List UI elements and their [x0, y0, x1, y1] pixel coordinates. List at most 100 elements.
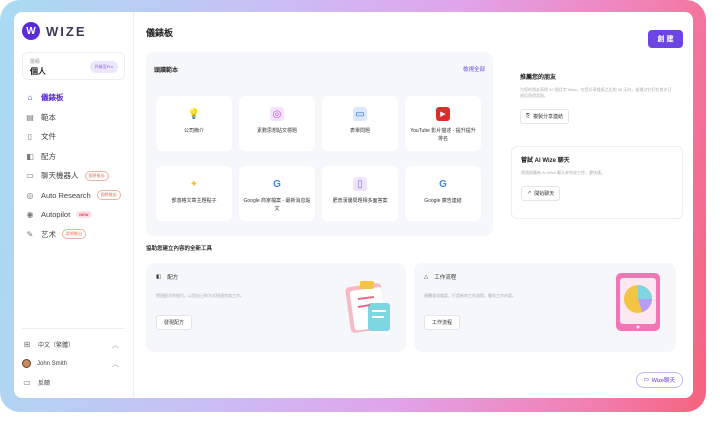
sidebar-item-art[interactable]: ✎ 艺术 即將推出	[22, 225, 125, 245]
template-card[interactable]: ◎ 素數思想貼文標題	[239, 96, 315, 151]
recipe-tool-label: 配方	[167, 275, 179, 281]
template-card[interactable]: ▶ YouTube 影片描述 - 提升提升排名	[405, 96, 481, 151]
invite-description: 为您的朋友获得 20 個月字 Wize，在您分享链接之后的 30 天内，或通过它…	[520, 87, 672, 98]
sidebar-item-label: 儀錶板	[41, 93, 64, 103]
templates-title: 頭讀範本	[154, 68, 179, 74]
chevron-up-icon: ︿	[112, 360, 119, 368]
template-label: 表單問題	[349, 128, 370, 134]
sidebar-item-label: Auto Research	[41, 190, 91, 200]
link-icon: ⎘	[526, 113, 531, 119]
bulb-icon: 💡	[187, 108, 201, 120]
workflow-tool-label: 工作流程	[434, 275, 457, 281]
start-chat-label: 開始聊天	[534, 190, 555, 197]
sidebar-item-dashboard[interactable]: ⌂ 儀錶板	[22, 88, 125, 108]
template-label: Google 廣告連結	[424, 198, 462, 204]
template-label: Google 商家檔案 - 最新消息貼文	[243, 198, 311, 212]
home-icon: ⌂	[27, 93, 33, 103]
copy-share-link-label: 複製分享連結	[533, 113, 564, 120]
template-card[interactable]: G Google 廣告連結	[405, 166, 481, 221]
feedback-label: 反饋	[38, 381, 51, 387]
language-selector[interactable]: ⊞ 中文（繁體） ︿	[22, 335, 125, 354]
clipboard-illustration	[345, 281, 390, 333]
google-icon: G	[273, 178, 281, 190]
template-card[interactable]: ✦ 部落格文章主題點子	[156, 166, 232, 221]
autopilot-icon: ◉	[26, 210, 34, 220]
app-window: W WIZE 層級 個人 升級至Pro ⌂ 儀錶板 ▤ 範本 ▯ 文件 ◧ 配方…	[14, 12, 693, 398]
invite-title: 推薦您的朋友	[520, 75, 557, 81]
workflow-button[interactable]: 工作流程	[424, 315, 461, 330]
sidebar-item-autopilot[interactable]: ◉ Autopilot NEW	[22, 205, 125, 225]
art-icon: ✎	[26, 229, 34, 239]
template-card[interactable]: ▯ 肥普漢優問題相多面答案	[322, 166, 398, 221]
sidebar-item-auto-research[interactable]: ◎ Auto Research 即將推出	[22, 186, 125, 206]
workflow-tool-description: 連續發送檔案，打造新的工作流程，簡化工作內容。	[424, 293, 516, 298]
youtube-icon: ▶	[436, 107, 450, 121]
document-icon: ▯	[27, 132, 33, 142]
user-menu[interactable]: John Smith ︿	[22, 354, 125, 373]
coming-soon-tag: 即將推出	[96, 190, 121, 201]
google-icon: G	[439, 178, 447, 190]
main-content: 儀錶板 創 建 頭讀範本 檢視全部 💡 公司簡介 ◎ 素數思想貼文標題 ▭ 表單…	[134, 12, 693, 398]
coming-soon-tag: 即將推出	[84, 170, 109, 181]
template-card[interactable]: 💡 公司簡介	[156, 96, 232, 151]
brand-name: WIZE	[46, 23, 87, 39]
template-label: 素數思想貼文標題	[256, 128, 297, 134]
wize-chat-label: Wize聊天	[651, 378, 675, 384]
sidebar-item-label: 配方	[41, 151, 56, 161]
logo[interactable]: W WIZE	[22, 22, 125, 40]
tablet-chart-illustration	[616, 273, 660, 331]
workflow-tool-card: △ 工作流程 連續發送檔案，打造新的工作流程，簡化工作內容。 工作流程	[414, 263, 676, 352]
template-card[interactable]: ▭ 表單問題	[322, 96, 398, 151]
phone-icon: ▯	[353, 177, 367, 191]
triangle-icon: △	[424, 274, 429, 280]
copy-share-link-button[interactable]: ⎘ 複製分享連結	[520, 108, 570, 124]
try-chat-card: 嘗試 AI Wize 聊天 透過與最新 AI Wize 聊天來完成工作，更快速。…	[511, 146, 683, 219]
template-card[interactable]: G Google 商家檔案 - 最新消息貼文	[239, 166, 315, 221]
upgrade-badge[interactable]: 升級至Pro	[89, 61, 118, 73]
template-label: 部落格文章主題點子	[171, 198, 217, 204]
sidebar: W WIZE 層級 個人 升級至Pro ⌂ 儀錶板 ▤ 範本 ▯ 文件 ◧ 配方…	[14, 12, 134, 398]
sidebar-item-label: 聊天機器人	[41, 171, 79, 181]
language-label: 中文（繁體）	[38, 343, 75, 349]
recipe-tool-description: 透過配方的指引，以您自己的方式快速完成工作。	[156, 293, 244, 298]
start-chat-button[interactable]: ↗ 開始聊天	[521, 185, 561, 201]
wize-chat-button[interactable]: ▭ Wize聊天	[635, 372, 683, 388]
try-chat-description: 透過與最新 AI Wize 聊天來完成工作，更快速。	[521, 170, 606, 175]
camera-icon: ◎	[270, 107, 284, 121]
plan-card: 層級 個人 升級至Pro	[22, 52, 125, 80]
template-label: 肥普漢優問題相多面答案	[332, 198, 388, 204]
sidebar-item-label: 艺术	[41, 229, 56, 239]
recipe-tool-card: ◧ 配方 透過配方的指引，以您自己的方式快速完成工作。 發現配方	[146, 263, 406, 352]
recipe-icon: ◧	[156, 274, 162, 280]
invite-card: 推薦您的朋友 为您的朋友获得 20 個月字 Wize，在您分享链接之后的 30 …	[511, 64, 683, 137]
template-label: 公司簡介	[183, 128, 204, 134]
sidebar-item-label: Autopilot	[41, 210, 71, 220]
user-name: John Smith	[37, 360, 68, 367]
idea-icon: ✦	[189, 178, 199, 190]
form-icon: ▭	[353, 107, 367, 121]
discover-recipes-button[interactable]: 發現配方	[156, 315, 193, 330]
feedback-icon: ▭	[23, 378, 31, 387]
research-icon: ◎	[26, 190, 34, 200]
sidebar-item-chatbot[interactable]: ▭ 聊天機器人 即將推出	[22, 166, 125, 186]
coming-soon-tag: 即將推出	[62, 229, 86, 240]
sidebar-item-recipes[interactable]: ◧ 配方	[22, 147, 125, 167]
tools-title: 協助您建立內容的全新工具	[146, 246, 213, 252]
create-button[interactable]: 創 建	[648, 30, 683, 48]
see-all-link[interactable]: 檢視全部	[463, 65, 485, 73]
page-title: 儀錶板	[146, 28, 174, 38]
wize-logo-icon: W	[22, 22, 40, 40]
try-chat-title: 嘗試 AI Wize 聊天	[521, 158, 570, 164]
sidebar-item-label: 文件	[41, 132, 56, 142]
language-icon: ⊞	[23, 340, 31, 349]
feedback-link[interactable]: ▭ 反饋	[22, 373, 125, 392]
chat-icon: ▭	[643, 377, 649, 383]
avatar	[22, 359, 31, 368]
sidebar-item-documents[interactable]: ▯ 文件	[22, 127, 125, 147]
sidebar-bottom: ⊞ 中文（繁體） ︿ John Smith ︿ ▭ 反饋	[22, 328, 125, 392]
template-icon: ▤	[26, 112, 34, 122]
external-link-icon: ↗	[527, 190, 532, 196]
sidebar-item-templates[interactable]: ▤ 範本	[22, 108, 125, 128]
new-tag: NEW	[76, 211, 92, 219]
recipe-icon: ◧	[26, 151, 34, 161]
